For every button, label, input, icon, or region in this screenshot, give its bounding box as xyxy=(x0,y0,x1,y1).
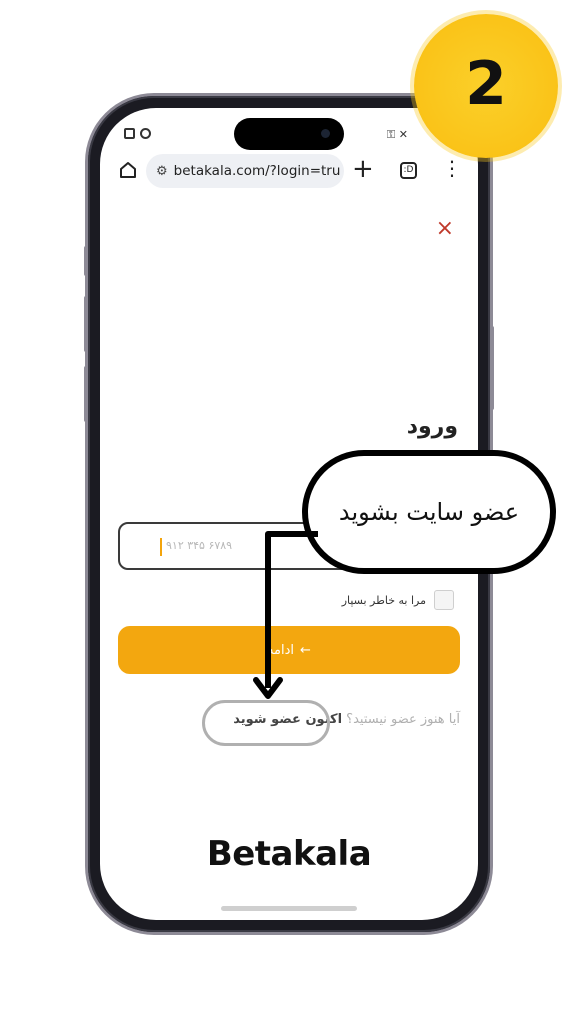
volume-down-button xyxy=(84,366,88,422)
continue-label: ادامه xyxy=(267,642,295,658)
address-bar[interactable]: ⚙ betakala.com/?login=tru xyxy=(146,154,344,188)
site-settings-icon[interactable]: ⚙ xyxy=(156,164,168,179)
login-title: ورود xyxy=(406,414,458,439)
betakala-logo: Betakala xyxy=(206,834,372,874)
step-number: 2 xyxy=(465,49,507,119)
dynamic-island xyxy=(234,118,344,150)
volume-up-button xyxy=(84,296,88,352)
remember-me-checkbox[interactable] xyxy=(434,590,454,610)
status-icons-left xyxy=(124,128,151,139)
step-badge: 2 xyxy=(414,14,558,158)
arrow-left-icon: ← xyxy=(300,642,311,658)
url-text: betakala.com/?login=tru xyxy=(173,163,341,179)
new-tab-icon[interactable]: + xyxy=(352,156,374,182)
home-indicator[interactable] xyxy=(221,906,357,911)
callout-text: عضو سایت بشوید xyxy=(338,498,520,526)
signup-question: آیا هنوز عضو نیستید؟ xyxy=(346,712,460,727)
continue-button[interactable]: ادامه ← xyxy=(118,626,460,674)
status-icons-right: ⚿ ✕ xyxy=(386,128,408,141)
signup-highlight-ring xyxy=(202,700,330,746)
home-icon[interactable] xyxy=(118,160,138,180)
remember-me-row[interactable]: مرا به خاطر بسپار xyxy=(342,590,454,610)
browser-toolbar: ⚙ betakala.com/?login=tru + :D ⋮ xyxy=(100,150,478,192)
text-caret xyxy=(160,538,162,556)
close-icon[interactable]: × xyxy=(436,216,454,241)
remember-me-label: مرا به خاطر بسپار xyxy=(341,593,426,607)
tab-switcher-button[interactable]: :D xyxy=(400,162,417,179)
gallery-icon xyxy=(124,128,135,139)
front-camera xyxy=(321,129,330,138)
more-menu-icon[interactable]: ⋮ xyxy=(442,158,462,178)
action-button xyxy=(84,246,88,276)
phone-placeholder: ۹۱۲ ۳۴۵ ۶۷۸۹ xyxy=(166,539,233,552)
callout-bubble: عضو سایت بشوید xyxy=(302,450,556,574)
power-button xyxy=(490,326,494,410)
camera-status-icon xyxy=(140,128,151,139)
